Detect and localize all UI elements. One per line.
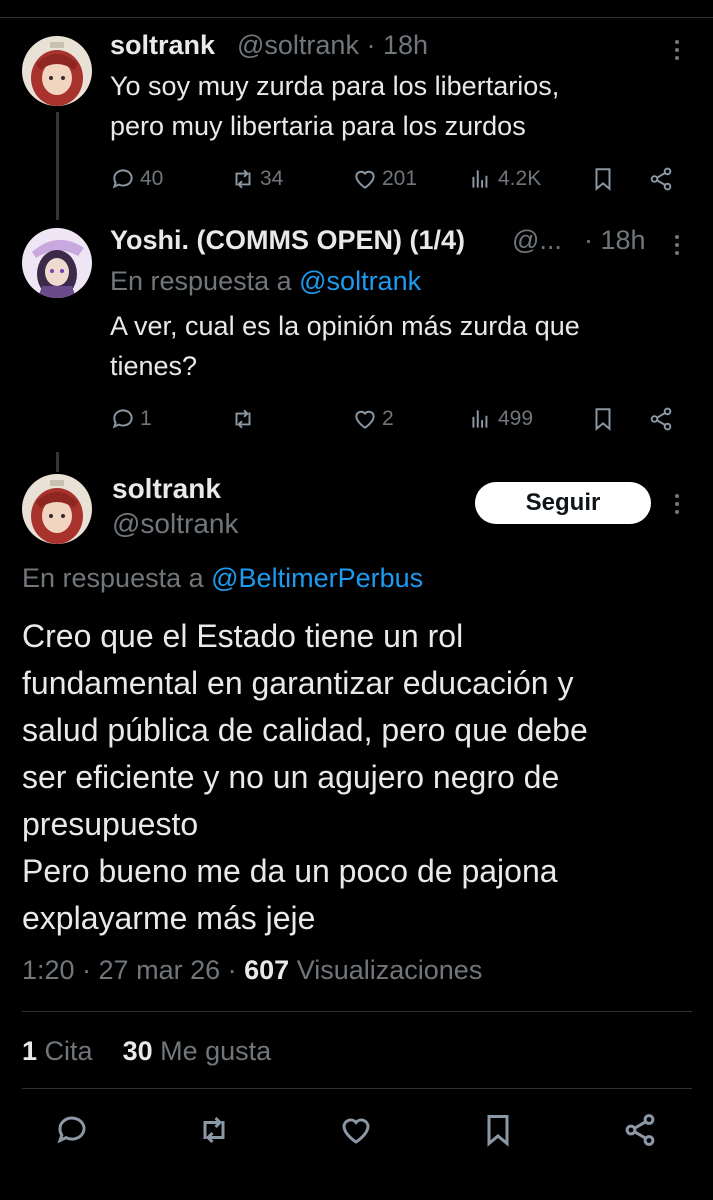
bookmark-button[interactable] <box>480 1112 516 1148</box>
heart-icon <box>355 410 375 429</box>
quotes-label: Cita <box>44 1036 93 1066</box>
views-button[interactable]: 499 <box>468 404 533 434</box>
avatar[interactable] <box>22 36 92 106</box>
likes-stat[interactable]: 30 Me gusta <box>123 1036 272 1066</box>
tweet-line: pero muy libertaria para los zurdos <box>110 111 526 141</box>
thread-line <box>56 112 59 220</box>
views-button[interactable]: 4.2K <box>468 164 541 194</box>
retweet-button[interactable] <box>196 1112 232 1148</box>
tweet-line: tienes? <box>110 351 198 381</box>
reply-prefix: En respuesta a <box>110 266 292 296</box>
tweet-timestamp[interactable]: 1:20 · 27 mar 26 · 607 Visualizaciones <box>22 955 482 986</box>
retweet-count: 34 <box>260 167 284 190</box>
bookmark-icon <box>595 408 611 431</box>
tweet-line: A ver, cual es la opinión más zurda que <box>110 311 580 341</box>
views-label: Visualizaciones <box>296 955 483 985</box>
reply-prefix: En respuesta a <box>22 563 204 593</box>
bookmark-button[interactable] <box>590 404 616 434</box>
comment-icon <box>112 409 133 429</box>
bookmark-icon <box>595 168 611 191</box>
bookmark-button[interactable] <box>590 164 616 194</box>
share-icon <box>625 1114 655 1146</box>
like-button[interactable]: 201 <box>352 164 417 194</box>
reply-context: En respuesta a @BeltimerPerbus <box>22 563 423 594</box>
author-meta[interactable]: @soltrank · 18h <box>237 30 428 61</box>
like-button[interactable]: 2 <box>352 404 394 434</box>
share-button[interactable] <box>648 164 674 194</box>
reply-handle-link[interactable]: @soltrank <box>299 266 421 296</box>
share-icon <box>650 167 672 191</box>
author-name[interactable]: Yoshi. (COMMS OPEN) (1/4) <box>110 225 465 256</box>
views-count: 499 <box>498 407 534 430</box>
bookmark-icon <box>487 1115 509 1147</box>
timestamp-text: 1:20 · 27 mar 26 · <box>22 955 237 985</box>
reply-button[interactable] <box>54 1112 90 1148</box>
author-handle[interactable]: @... <box>512 225 562 256</box>
reply-count: 40 <box>140 167 164 190</box>
like-count: 201 <box>382 167 418 190</box>
more-icon[interactable] <box>672 38 682 62</box>
comment-icon <box>112 169 133 189</box>
follow-button[interactable]: Seguir <box>475 482 651 524</box>
share-icon <box>650 407 672 431</box>
tweet-line: Creo que el Estado tiene un rol <box>22 618 464 654</box>
tweet-line: Pero bueno me da un poco de pajona <box>22 853 558 889</box>
retweet-icon <box>235 169 251 189</box>
tweet-line: explayarme más jeje <box>22 900 316 936</box>
avatar[interactable] <box>22 228 92 298</box>
tweet-line: salud pública de calidad, pero que debe <box>22 712 588 748</box>
heart-icon <box>355 170 375 189</box>
comment-icon <box>57 1116 86 1144</box>
views-count: 4.2K <box>498 167 542 190</box>
tweet-text: A ver, cual es la opinión más zurda que … <box>110 306 580 386</box>
tweet-line: fundamental en garantizar educación y <box>22 665 574 701</box>
reply-context: En respuesta a @soltrank <box>110 266 421 297</box>
more-icon[interactable] <box>672 233 682 257</box>
divider <box>22 1011 692 1012</box>
like-button[interactable] <box>338 1112 374 1148</box>
share-button[interactable] <box>648 404 674 434</box>
tweet-text: Creo que el Estado tiene un rol fundamen… <box>22 613 702 942</box>
avatar[interactable] <box>22 474 92 544</box>
views-icon <box>472 170 488 188</box>
tweet-text: Yo soy muy zurda para los libertarios, p… <box>110 66 559 146</box>
reply-count: 1 <box>140 407 152 430</box>
engagement-stats: 1 Cita 30 Me gusta <box>22 1036 271 1067</box>
views-number: 607 <box>244 955 290 985</box>
like-count: 2 <box>382 407 394 430</box>
thread-line <box>56 452 59 472</box>
tweet-line: presupuesto <box>22 806 199 842</box>
retweet-button[interactable] <box>230 404 256 434</box>
quotes-count: 1 <box>22 1036 38 1066</box>
likes-label: Me gusta <box>160 1036 272 1066</box>
author-name[interactable]: soltrank <box>112 473 221 505</box>
heart-icon <box>342 1118 370 1144</box>
views-icon <box>472 410 488 428</box>
retweet-icon <box>235 409 251 429</box>
tweet-time[interactable]: · 18h <box>584 225 646 256</box>
tweet-line: Yo soy muy zurda para los libertarios, <box>110 71 560 101</box>
author-handle[interactable]: @soltrank <box>112 508 238 540</box>
retweet-icon <box>203 1116 225 1144</box>
share-button[interactable] <box>622 1112 658 1148</box>
reply-handle-link[interactable]: @BeltimerPerbus <box>211 563 423 593</box>
likes-count: 30 <box>122 1036 153 1066</box>
top-divider <box>0 0 713 18</box>
retweet-button[interactable]: 34 <box>230 164 283 194</box>
more-icon[interactable] <box>672 492 682 516</box>
tweet-line: ser eficiente y no un agujero negro de <box>22 759 560 795</box>
divider <box>22 1088 692 1089</box>
reply-button[interactable]: 40 <box>110 164 163 194</box>
author-name[interactable]: soltrank <box>110 30 215 61</box>
reply-button[interactable]: 1 <box>110 404 152 434</box>
quotes-stat[interactable]: 1 Cita <box>22 1036 93 1066</box>
